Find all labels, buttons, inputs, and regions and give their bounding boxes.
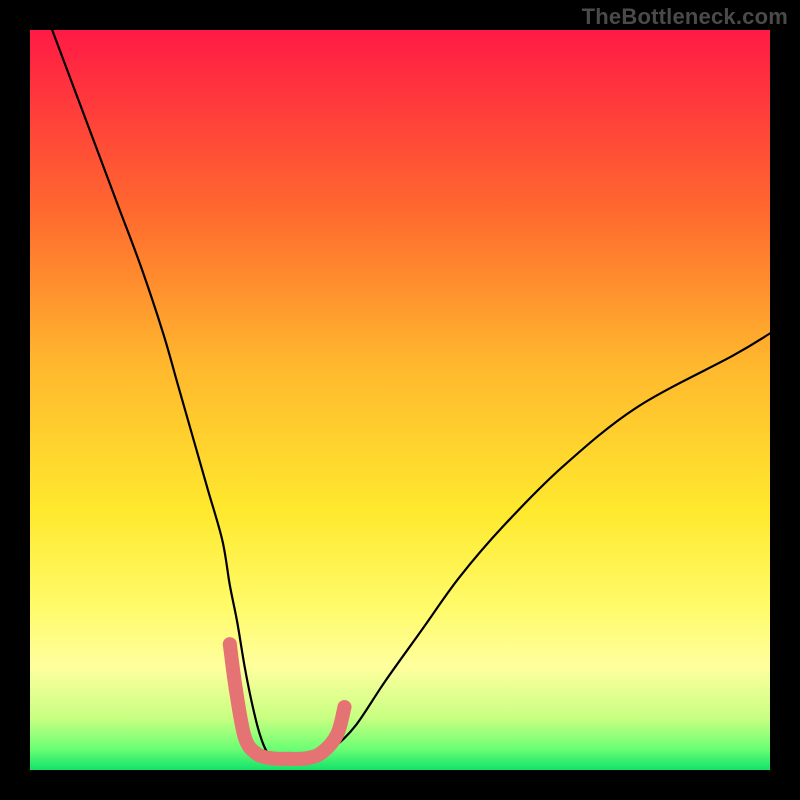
bottleneck-chart	[30, 30, 770, 770]
highlight-dot	[282, 752, 296, 766]
chart-frame: TheBottleneck.com	[0, 0, 800, 800]
highlight-dot	[264, 751, 278, 765]
plot-area	[30, 30, 770, 770]
highlight-dot	[249, 746, 263, 760]
highlight-dot	[238, 730, 252, 744]
highlight-dot	[330, 727, 344, 741]
highlight-dot	[223, 637, 237, 651]
highlight-dot	[229, 682, 243, 696]
highlight-dot	[315, 745, 329, 759]
watermark-text: TheBottleneck.com	[582, 4, 788, 30]
highlight-dot	[338, 700, 352, 714]
highlight-dot	[301, 751, 315, 765]
